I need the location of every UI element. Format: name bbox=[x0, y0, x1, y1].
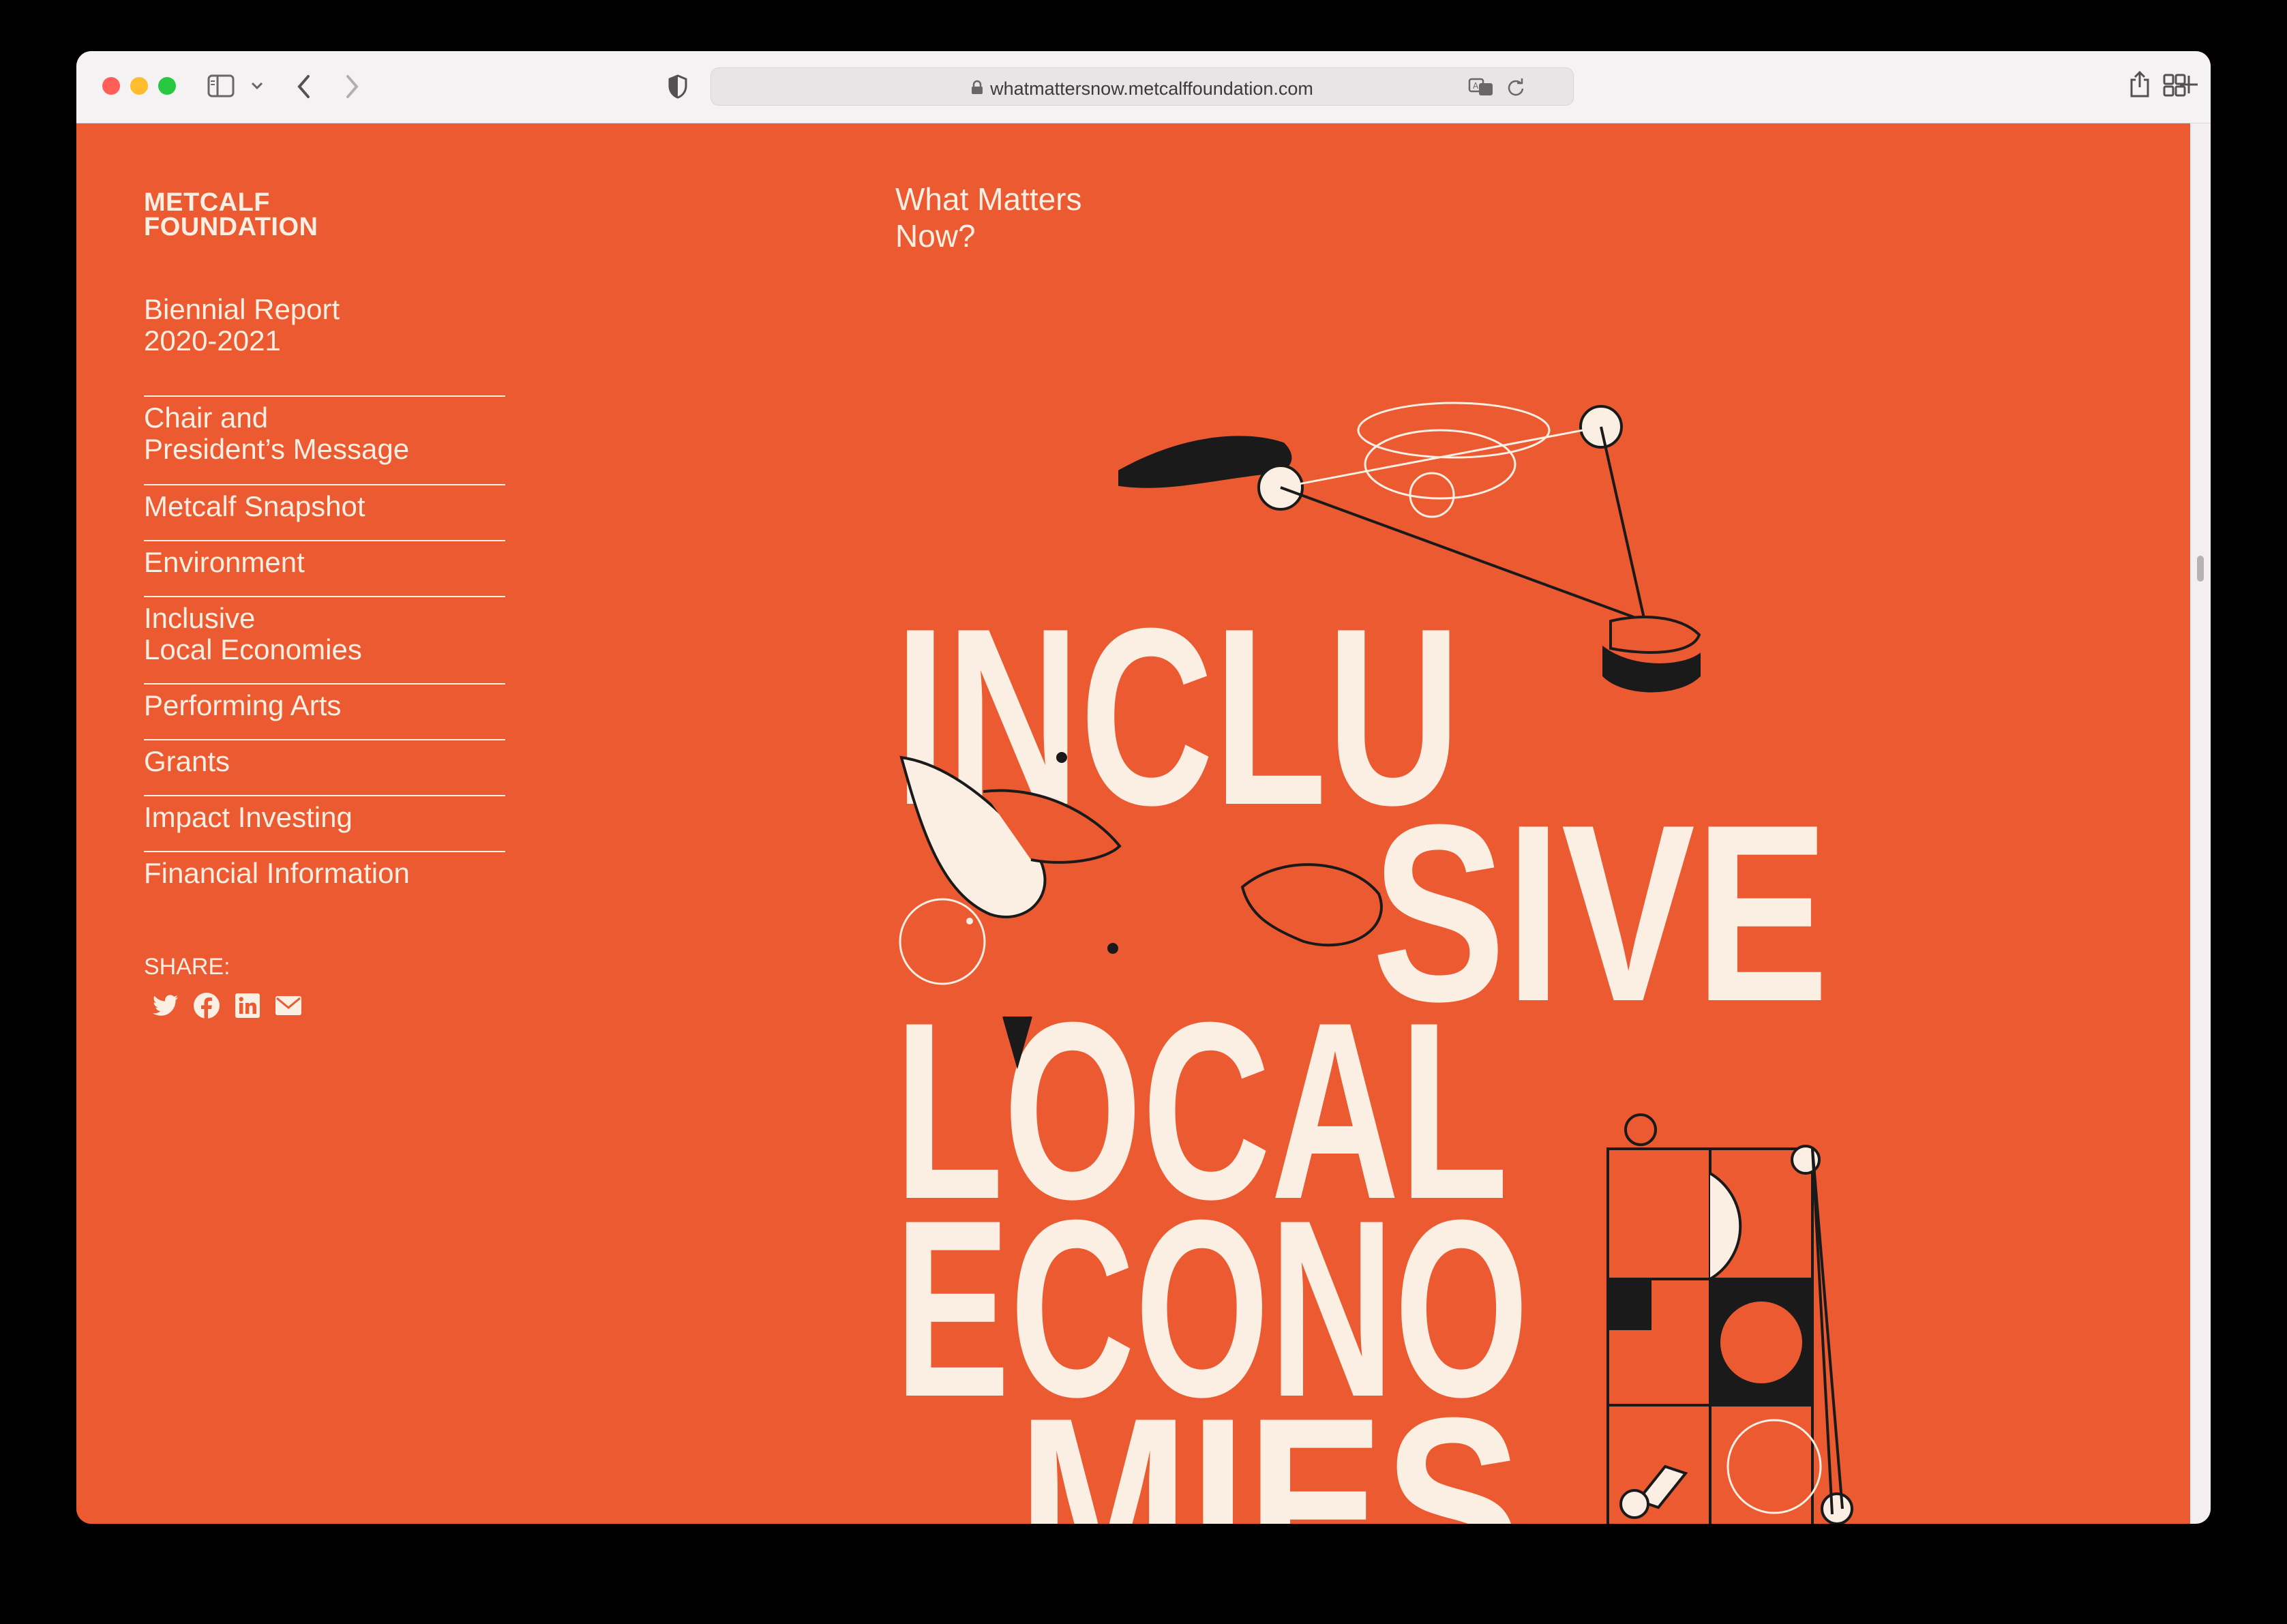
address-bar[interactable]: whatmattersnow.metcalffoundation.com A bbox=[711, 67, 1574, 106]
browser-toolbar: whatmattersnow.metcalffoundation.com A bbox=[76, 51, 2211, 123]
nav-item-label: Chair and President’s Message bbox=[144, 402, 410, 465]
nav-item-chair-message[interactable]: Chair and President’s Message bbox=[144, 395, 505, 484]
facebook-icon[interactable] bbox=[192, 991, 222, 1021]
email-icon[interactable] bbox=[273, 991, 303, 1021]
report-title: Biennial Report 2020-2021 bbox=[144, 294, 340, 357]
page-headline: What Matters Now? bbox=[895, 181, 1082, 254]
nav-item-label: Environment bbox=[144, 546, 305, 578]
headline-line-2: Now? bbox=[895, 218, 976, 254]
share-icon[interactable] bbox=[2129, 70, 2151, 99]
minimize-window-button[interactable] bbox=[130, 77, 148, 95]
grid-doodle bbox=[1606, 1113, 1853, 1524]
zoom-window-button[interactable] bbox=[158, 77, 176, 95]
nav-item-label: Financial Information bbox=[144, 857, 410, 889]
site-logo[interactable]: METCALF FOUNDATION bbox=[144, 188, 318, 241]
nav-item-label: Grants bbox=[144, 745, 230, 777]
nav-item-label: Performing Arts bbox=[144, 689, 342, 721]
report-title-line-1: Biennial Report bbox=[144, 293, 340, 325]
reload-icon[interactable] bbox=[1506, 78, 1525, 97]
lock-icon bbox=[971, 70, 983, 108]
headline-line-1: What Matters bbox=[895, 181, 1082, 217]
browser-window: whatmattersnow.metcalffoundation.com A M… bbox=[76, 51, 2211, 1524]
nav-item-grants[interactable]: Grants bbox=[144, 739, 505, 795]
translate-icon[interactable]: A bbox=[1468, 78, 1494, 97]
nav-item-snapshot[interactable]: Metcalf Snapshot bbox=[144, 484, 505, 540]
share-label: SHARE: bbox=[144, 954, 230, 980]
web-page: METCALF FOUNDATION Biennial Report 2020-… bbox=[76, 123, 2190, 1524]
svg-text:A: A bbox=[1473, 81, 1479, 91]
linkedin-icon[interactable] bbox=[233, 991, 263, 1021]
url-text: whatmattersnow.metcalffoundation.com bbox=[711, 68, 1573, 106]
privacy-shield-icon[interactable] bbox=[667, 74, 689, 100]
nav-item-impact-investing[interactable]: Impact Investing bbox=[144, 795, 505, 851]
twitter-icon[interactable] bbox=[151, 991, 181, 1021]
nav-item-label: Inclusive Local Economies bbox=[144, 602, 362, 665]
url-value: whatmattersnow.metcalffoundation.com bbox=[990, 78, 1313, 99]
close-window-button[interactable] bbox=[102, 77, 120, 95]
logo-line-2: FOUNDATION bbox=[144, 213, 318, 241]
nav-item-performing-arts[interactable]: Performing Arts bbox=[144, 683, 505, 739]
report-title-line-2: 2020-2021 bbox=[144, 325, 281, 357]
hero-illustration: INCLU SIVE LOCAL ECONO MIES bbox=[895, 402, 1853, 1524]
chevron-down-icon[interactable] bbox=[251, 81, 263, 91]
scrollbar-thumb[interactable] bbox=[2197, 556, 2204, 582]
sidebar-toggle-icon[interactable] bbox=[207, 74, 235, 97]
nav-item-label: Metcalf Snapshot bbox=[144, 490, 365, 522]
forward-icon[interactable] bbox=[344, 74, 360, 100]
nav-item-financial-information[interactable]: Financial Information bbox=[144, 851, 505, 907]
nav-item-environment[interactable]: Environment bbox=[144, 540, 505, 596]
section-nav: Chair and President’s Message Metcalf Sn… bbox=[144, 395, 505, 907]
logo-line-1: METCALF bbox=[144, 188, 271, 217]
nav-item-inclusive-local-economies[interactable]: Inclusive Local Economies bbox=[144, 596, 505, 683]
vertical-scrollbar[interactable] bbox=[2190, 123, 2211, 1524]
tab-overview-icon[interactable] bbox=[2163, 74, 2186, 97]
nav-item-label: Impact Investing bbox=[144, 801, 353, 833]
artwork-line-5: MIES bbox=[1017, 1366, 1522, 1524]
back-icon[interactable] bbox=[296, 74, 312, 100]
